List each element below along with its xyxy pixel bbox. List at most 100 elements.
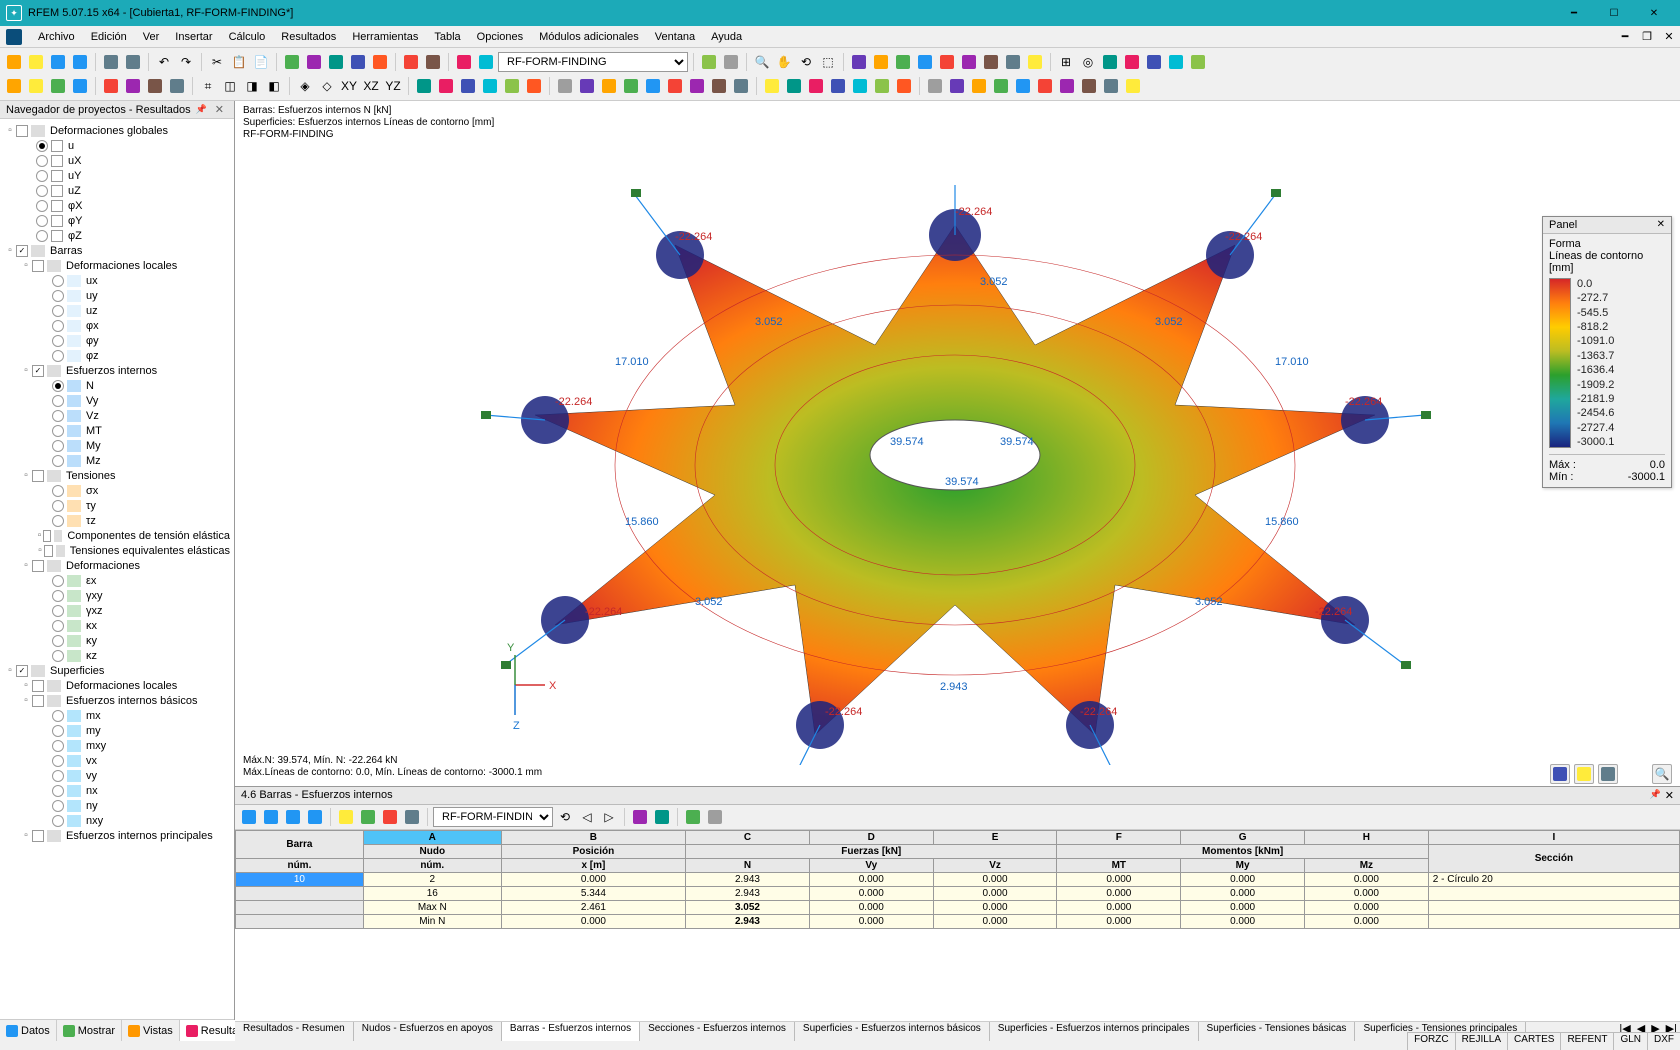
gridtb-filter[interactable] [630, 807, 650, 827]
menu-opciones[interactable]: Opciones [469, 26, 531, 48]
gridtb-copy[interactable] [402, 807, 422, 827]
menu-herramientas[interactable]: Herramientas [344, 26, 426, 48]
tb2-29[interactable] [872, 76, 892, 96]
tree-tensiones[interactable]: Tensiones [64, 470, 116, 482]
tb-module5[interactable] [1188, 52, 1208, 72]
tb2-13[interactable] [502, 76, 522, 96]
tb-module3[interactable] [1144, 52, 1164, 72]
tree-svx[interactable]: vx [84, 755, 97, 767]
tb-select[interactable]: ⬚ [818, 52, 838, 72]
tb2-21[interactable] [687, 76, 707, 96]
tree-smy[interactable]: my [84, 725, 101, 737]
tree-gxy[interactable]: γxy [84, 590, 103, 602]
tb2-35[interactable] [1013, 76, 1033, 96]
tb-solid[interactable] [348, 52, 368, 72]
tb-a4[interactable] [915, 52, 935, 72]
tree-comp-ten[interactable]: Componentes de tensión elástica [65, 530, 230, 542]
menu-modulos[interactable]: Módulos adicionales [531, 26, 647, 48]
tb2-31[interactable] [925, 76, 945, 96]
tree-kz[interactable]: κz [84, 650, 97, 662]
tb2-1[interactable] [4, 76, 24, 96]
tb2-27[interactable] [828, 76, 848, 96]
tree-superficies[interactable]: Superficies [48, 665, 104, 677]
tree-mx[interactable]: mx [84, 710, 101, 722]
tb2-iso[interactable]: ◈ [295, 76, 315, 96]
tree-phiz[interactable]: φZ [66, 230, 82, 242]
sidebar-tab-mostrar[interactable]: Mostrar [57, 1020, 122, 1041]
mdi-restore-button[interactable]: ❐ [1636, 30, 1658, 43]
sidebar-tab-datos[interactable]: Datos [0, 1020, 57, 1041]
gridtb-edit[interactable] [336, 807, 356, 827]
menu-calculo[interactable]: Cálculo [221, 26, 274, 48]
tree-nxy[interactable]: nxy [84, 815, 103, 827]
tb2-3[interactable] [48, 76, 68, 96]
tree-lux[interactable]: ux [84, 275, 98, 287]
gridtb-excel[interactable] [683, 807, 703, 827]
tb-a8[interactable] [1003, 52, 1023, 72]
tb2-12[interactable] [480, 76, 500, 96]
close-button[interactable]: ✕ [1634, 0, 1674, 26]
tb-zoom[interactable]: 🔍 [752, 52, 772, 72]
sidebar-pin-icon[interactable]: 📌 [192, 104, 211, 115]
tree-nx[interactable]: nx [84, 785, 98, 797]
tree-mxy[interactable]: mxy [84, 740, 106, 752]
menu-insertar[interactable]: Insertar [167, 26, 220, 48]
menu-ver[interactable]: Ver [135, 26, 168, 48]
tb2-xy[interactable]: XY [339, 76, 359, 96]
tb2-14[interactable] [524, 76, 544, 96]
tb2-39[interactable] [1101, 76, 1121, 96]
tb2-38[interactable] [1079, 76, 1099, 96]
tree-luz[interactable]: uz [84, 305, 98, 317]
gridtb-prev[interactable] [261, 807, 281, 827]
tb-pan[interactable]: ✋ [774, 52, 794, 72]
tb-module2[interactable] [1122, 52, 1142, 72]
gridtb-last[interactable] [305, 807, 325, 827]
tree-deformaciones[interactable]: Deformaciones [64, 560, 140, 572]
tb2-15[interactable] [555, 76, 575, 96]
tree-phiy[interactable]: φY [66, 215, 82, 227]
tb-saveall[interactable] [70, 52, 90, 72]
tree-lphiy[interactable]: φy [84, 335, 99, 347]
tb-paste[interactable]: 📄 [251, 52, 271, 72]
minimize-button[interactable]: ━ [1554, 0, 1594, 26]
status-gln[interactable]: GLN [1613, 1033, 1647, 1050]
tree-svy[interactable]: vy [84, 770, 97, 782]
tree-kx[interactable]: κx [84, 620, 97, 632]
tree-vy[interactable]: Vy [84, 395, 98, 407]
tb-print[interactable] [101, 52, 121, 72]
tree-n[interactable]: N [84, 380, 94, 392]
tb-a2[interactable] [871, 52, 891, 72]
tree-sesf-bas[interactable]: Esfuerzos internos básicos [64, 695, 197, 707]
tree-mz[interactable]: Mz [84, 455, 101, 467]
panel-tool-search[interactable]: 🔍 [1652, 764, 1672, 784]
tb2-8[interactable] [167, 76, 187, 96]
results-tree[interactable]: ▫Deformaciones globales u uX uY uZ φX φY… [0, 119, 234, 1019]
gtab-nudos[interactable]: Nudos - Esfuerzos en apoyos [354, 1022, 502, 1041]
tb2-solid[interactable]: ◨ [242, 76, 262, 96]
tb2-19[interactable] [643, 76, 663, 96]
tb2-24[interactable] [762, 76, 782, 96]
tb2-wireframe[interactable]: ⌗ [198, 76, 218, 96]
tb2-37[interactable] [1057, 76, 1077, 96]
tb-surf[interactable] [326, 52, 346, 72]
panel-tool-2[interactable] [1574, 764, 1594, 784]
menu-archivo[interactable]: Archivo [30, 26, 83, 48]
tree-gxz[interactable]: γxz [84, 605, 103, 617]
tb2-28[interactable] [850, 76, 870, 96]
gtab-sup-basicos[interactable]: Superficies - Esfuerzos internos básicos [795, 1022, 990, 1041]
menu-ayuda[interactable]: Ayuda [703, 26, 750, 48]
tb-copy[interactable]: 📋 [229, 52, 249, 72]
tree-u[interactable]: u [66, 140, 74, 152]
sidebar-close-icon[interactable]: ✕ [211, 103, 228, 116]
status-cartes[interactable]: CARTES [1507, 1033, 1560, 1050]
tree-esf-int[interactable]: Esfuerzos internos [64, 365, 157, 377]
tb-a9[interactable] [1025, 52, 1045, 72]
gridtb-next[interactable] [283, 807, 303, 827]
tree-def-globales[interactable]: Deformaciones globales [48, 125, 168, 137]
tb-node[interactable] [282, 52, 302, 72]
tree-esf-princ[interactable]: Esfuerzos internos principales [64, 830, 213, 842]
gtab-ten-bas[interactable]: Superficies - Tensiones básicas [1199, 1022, 1356, 1041]
status-rejilla[interactable]: REJILLA [1455, 1033, 1507, 1050]
tb-save[interactable] [48, 52, 68, 72]
gtab-barras[interactable]: Barras - Esfuerzos internos [502, 1022, 640, 1041]
